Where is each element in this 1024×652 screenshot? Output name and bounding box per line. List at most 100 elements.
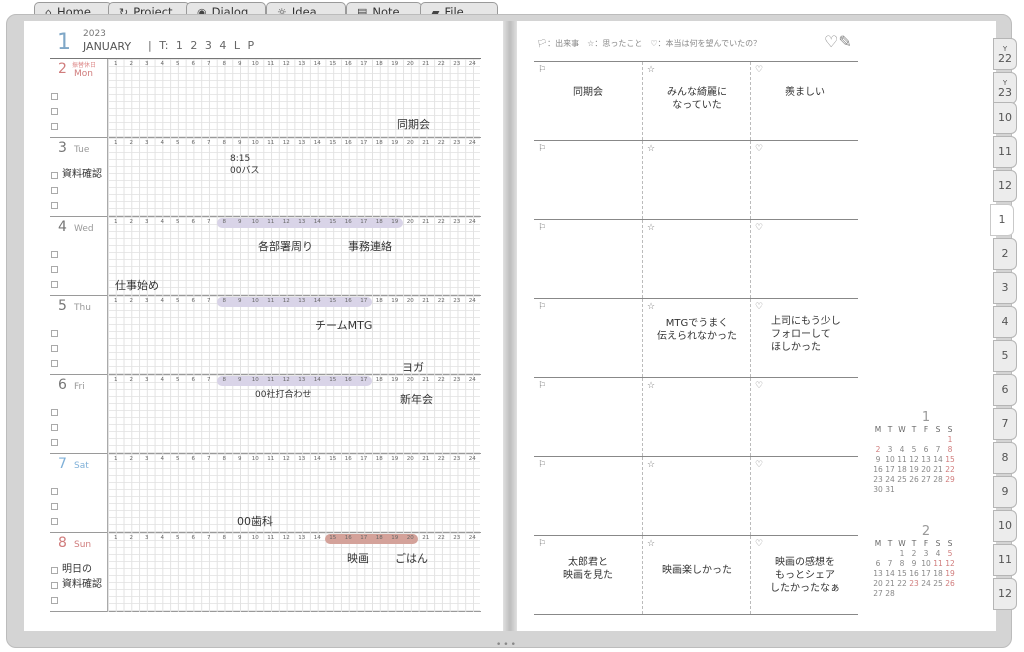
task-text[interactable]: 明日の bbox=[62, 564, 92, 576]
schedule-note[interactable]: ヨガ bbox=[402, 359, 424, 375]
reflection-cell[interactable]: ♡ bbox=[750, 457, 858, 535]
mini-calendar-day[interactable]: 1 bbox=[896, 549, 908, 559]
mini-calendar-day[interactable]: 30 bbox=[872, 485, 884, 495]
task-checkbox[interactable] bbox=[51, 330, 58, 337]
task-checkbox[interactable] bbox=[51, 202, 58, 209]
mini-calendar-day[interactable]: 13 bbox=[872, 569, 884, 579]
task-checkbox[interactable] bbox=[51, 251, 58, 258]
mini-calendar-day[interactable]: 7 bbox=[884, 559, 896, 569]
task-checkbox[interactable] bbox=[51, 409, 58, 416]
mini-calendar-day[interactable]: 16 bbox=[872, 465, 884, 475]
mini-calendar-day[interactable]: 12 bbox=[944, 559, 956, 569]
reflection-cell[interactable]: ☆ MTGでうまく 伝えられなかった bbox=[642, 299, 750, 377]
reflection-text[interactable]: 上司にもう少し フォローして ほしかった bbox=[751, 315, 859, 354]
month-tab[interactable]: 10 bbox=[993, 510, 1017, 542]
mini-calendar-day[interactable]: 25 bbox=[932, 579, 944, 589]
time-grid[interactable] bbox=[107, 296, 480, 375]
mini-calendar-day[interactable]: 18 bbox=[932, 569, 944, 579]
reflection-text[interactable]: 羨ましい bbox=[751, 86, 859, 99]
mini-calendar-day[interactable] bbox=[884, 549, 896, 559]
schedule-note[interactable]: 8:15 bbox=[230, 153, 250, 165]
mini-calendar-day[interactable]: 8 bbox=[944, 445, 956, 455]
mini-calendar-day[interactable] bbox=[908, 485, 920, 495]
task-checkbox[interactable] bbox=[51, 345, 58, 352]
mini-calendar-day[interactable]: 28 bbox=[884, 589, 896, 599]
reflection-cell[interactable]: ☆ 映画楽しかった bbox=[642, 536, 750, 614]
mini-calendar-day[interactable]: 11 bbox=[932, 559, 944, 569]
mini-calendar-day[interactable]: 20 bbox=[872, 579, 884, 589]
month-tab[interactable]: 1 bbox=[990, 204, 1014, 236]
mini-calendar-day[interactable]: 10 bbox=[884, 455, 896, 465]
task-checkbox[interactable] bbox=[51, 123, 58, 130]
month-tab[interactable]: 10 bbox=[993, 102, 1017, 134]
reflection-cell[interactable]: ☆ みんな綺麗に なっていた bbox=[642, 62, 750, 140]
mini-calendar-day[interactable]: 23 bbox=[908, 579, 920, 589]
reflection-cell[interactable]: ☆ bbox=[642, 141, 750, 219]
reflection-cell[interactable]: ⚐ bbox=[534, 457, 642, 535]
month-tab[interactable]: 5 bbox=[993, 340, 1017, 372]
mini-calendar-day[interactable] bbox=[944, 485, 956, 495]
mini-calendar-day[interactable] bbox=[932, 435, 944, 445]
time-grid[interactable] bbox=[107, 375, 480, 454]
mini-calendar-day[interactable] bbox=[908, 435, 920, 445]
reflection-cell[interactable]: ☆ bbox=[642, 220, 750, 298]
mini-calendar-day[interactable]: 22 bbox=[896, 579, 908, 589]
time-grid[interactable] bbox=[107, 454, 480, 533]
reflection-cell[interactable]: ♡ 上司にもう少し フォローして ほしかった bbox=[750, 299, 858, 377]
reflection-text[interactable]: 太郎君と 映画を見た bbox=[534, 556, 642, 582]
mini-calendar-day[interactable]: 2 bbox=[872, 445, 884, 455]
mini-calendar-day[interactable]: 9 bbox=[872, 455, 884, 465]
month-tab[interactable]: 7 bbox=[993, 408, 1017, 440]
mini-calendar-day[interactable]: 24 bbox=[920, 579, 932, 589]
reflection-cell[interactable]: ⚐ 同期会 bbox=[534, 62, 642, 140]
reflection-text[interactable]: 映画の感想を もっとシェア したかったなぁ bbox=[751, 556, 859, 595]
task-checkbox[interactable] bbox=[51, 360, 58, 367]
mini-calendar-day[interactable]: 26 bbox=[908, 475, 920, 485]
task-checkbox[interactable] bbox=[51, 93, 58, 100]
month-tab[interactable]: 4 bbox=[993, 306, 1017, 338]
month-tab[interactable]: Y 23 bbox=[993, 72, 1017, 104]
mini-calendar-day[interactable]: 4 bbox=[932, 549, 944, 559]
schedule-note[interactable]: 同期会 bbox=[397, 116, 430, 132]
reflection-cell[interactable]: ♡ bbox=[750, 141, 858, 219]
day-row[interactable]: 1 2 3 4 5 6 7 8 9 10 11 12 13 14 15 16 17 18 19 20 21 22 23 24 8… bbox=[50, 533, 481, 612]
task-text[interactable]: 資料確認 bbox=[62, 579, 102, 591]
mini-calendar-day[interactable] bbox=[920, 589, 932, 599]
mini-calendar-day[interactable]: 20 bbox=[920, 465, 932, 475]
time-grid[interactable] bbox=[107, 217, 480, 296]
mini-calendar-day[interactable] bbox=[896, 435, 908, 445]
mini-calendar-day[interactable]: 31 bbox=[884, 485, 896, 495]
month-tab[interactable]: 12 bbox=[993, 578, 1017, 610]
mini-calendar-day[interactable] bbox=[944, 589, 956, 599]
month-tab[interactable]: 6 bbox=[993, 374, 1017, 406]
mini-calendar-day[interactable]: 5 bbox=[944, 549, 956, 559]
reflection-cell[interactable]: ⚐ 太郎君と 映画を見た bbox=[534, 536, 642, 614]
mini-calendar-day[interactable] bbox=[884, 435, 896, 445]
mini-calendar-day[interactable] bbox=[932, 589, 944, 599]
reflection-cell[interactable]: ☆ bbox=[642, 457, 750, 535]
time-grid[interactable] bbox=[107, 533, 480, 612]
task-checkbox[interactable] bbox=[51, 567, 58, 574]
reflection-cell[interactable]: ♡ bbox=[750, 220, 858, 298]
month-tab[interactable]: 8 bbox=[993, 442, 1017, 474]
mini-calendar-day[interactable]: 19 bbox=[944, 569, 956, 579]
mini-calendar-day[interactable]: 18 bbox=[896, 465, 908, 475]
mini-calendar-day[interactable]: 29 bbox=[944, 475, 956, 485]
mini-calendar-day[interactable]: 17 bbox=[920, 569, 932, 579]
month-tab[interactable]: 11 bbox=[993, 544, 1017, 576]
month-tab[interactable]: 12 bbox=[993, 170, 1017, 202]
schedule-note[interactable]: 事務連絡 bbox=[348, 238, 392, 254]
schedule-note[interactable]: 00社打合わせ bbox=[255, 389, 311, 401]
reflection-text[interactable]: MTGでうまく 伝えられなかった bbox=[643, 317, 751, 343]
mini-calendar-day[interactable]: 21 bbox=[884, 579, 896, 589]
task-checkbox[interactable] bbox=[51, 439, 58, 446]
task-checkbox[interactable] bbox=[51, 518, 58, 525]
day-row[interactable]: 1 2 3 4 5 6 7 8 9 10 11 12 13 14 15 16 17 18 19 20 21 22 23 24 6… bbox=[50, 375, 481, 454]
mini-calendar-day[interactable]: 16 bbox=[908, 569, 920, 579]
mini-calendar-day[interactable]: 6 bbox=[872, 559, 884, 569]
mini-calendar-day[interactable]: 2 bbox=[908, 549, 920, 559]
mini-calendar-day[interactable]: 11 bbox=[896, 455, 908, 465]
mini-calendar-day[interactable] bbox=[920, 435, 932, 445]
reflection-cell[interactable]: ☆ bbox=[642, 378, 750, 456]
day-row[interactable]: 1 2 3 4 5 6 7 8 9 10 11 12 13 14 15 16 17 18 19 20 21 22 23 24 4… bbox=[50, 217, 481, 296]
